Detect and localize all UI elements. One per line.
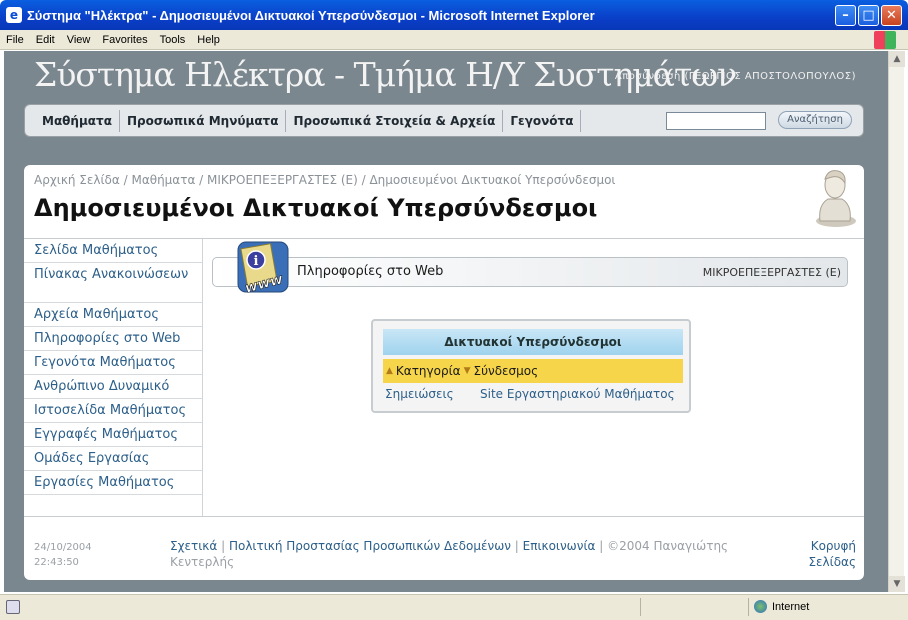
sidebar-item-enrollments[interactable]: Εγγραφές Μαθήματος [24,423,202,447]
footer-datetime: 24/10/2004 22:43:50 [34,540,92,570]
nav-events[interactable]: Γεγονότα [503,109,582,132]
nav-messages[interactable]: Προσωπικά Μηνύματα [120,109,287,132]
sidebar-item-course-page[interactable]: Σελίδα Μαθήματος [24,239,202,263]
menu-favorites[interactable]: Favorites [96,34,153,46]
windows-logo-icon [874,31,896,49]
menu-edit[interactable]: Edit [30,34,61,46]
nav-courses[interactable]: Μαθήματα [35,109,120,132]
main-nav: Μαθήματα Προσωπικά Μηνύματα Προσωπικά Στ… [24,104,864,137]
section-header-bar: Πληροφορίες στο Web ΜΙΚΡΟΕΠΕΞΕΡΓΑΣΤΕΣ (Ε… [212,257,848,287]
menu-bar: File Edit View Favorites Tools Help [0,30,908,50]
minimize-button[interactable]: – [835,5,856,26]
www-info-icon: i www [237,241,289,297]
section-label: Πληροφορίες στο Web [297,264,444,279]
sidebar-item-course-files[interactable]: Αρχεία Μαθήματος [24,303,202,327]
divider [24,516,864,517]
vertical-scrollbar[interactable]: ▲ ▼ [888,51,905,592]
course-sidebar: Σελίδα Μαθήματος Πίνακας Ανακοινώσεων Αρ… [24,239,203,516]
row-category[interactable]: Σημειώσεις [383,387,480,401]
content-panel: Αρχική Σελίδα / Μαθήματα / ΜΙΚΡΟΕΠΕΞΕΡΓΑ… [24,165,864,580]
menu-help[interactable]: Help [191,34,226,46]
sidebar-item-course-website[interactable]: Ιστοσελίδα Μαθήματος [24,399,202,423]
scroll-down-icon[interactable]: ▼ [889,576,905,592]
window-title: Σύστημα "Ηλέκτρα" - Δημοσιευμένοι Δικτυα… [27,7,595,23]
ie-icon: e [6,7,22,23]
links-table: Δικτυακοί Υπερσύνδεσμοι ▲ Κατηγορία ▼ Σύ… [371,319,691,413]
sidebar-item-staff[interactable]: Ανθρώπινο Δυναμικό [24,375,202,399]
zone-label: Internet [772,600,810,613]
menu-view[interactable]: View [61,34,97,46]
column-link[interactable]: Σύνδεσμος [473,364,538,378]
table-row: Σημειώσεις Site Εργαστηριακού Μαθήματος [383,387,683,401]
svg-text:i: i [254,254,259,269]
nav-personal-files[interactable]: Προσωπικά Στοιχεία & Αρχεία [286,109,504,132]
sidebar-item-course-events[interactable]: Γεγονότα Μαθήματος [24,351,202,375]
sidebar-item-announcements[interactable]: Πίνακας Ανακοινώσεων [24,263,202,303]
status-bar: Internet [0,594,908,620]
menu-file[interactable]: File [0,34,30,46]
footer-time: 22:43:50 [34,557,79,568]
column-category[interactable]: Κατηγορία [396,364,461,378]
footer-link-privacy[interactable]: Πολιτική Προστασίας Προσωπικών Δεδομένων [229,539,511,553]
maximize-button[interactable]: □ [858,5,879,26]
security-zone: Internet [754,600,809,613]
row-link[interactable]: Site Εργαστηριακού Μαθήματος [480,387,675,401]
close-button[interactable]: ✕ [881,5,902,26]
browser-viewport: Σύστημα Ηλέκτρα - Τμήμα Η/Υ Συστημάτων Α… [4,51,888,592]
globe-icon [754,600,767,613]
back-to-top-link[interactable]: Κορυφή Σελίδας [796,538,856,570]
footer-link-about[interactable]: Σχετικά [170,539,217,553]
breadcrumb[interactable]: Αρχική Σελίδα / Μαθήματα / ΜΙΚΡΟΕΠΕΞΕΡΓΑ… [34,173,615,187]
footer-links: Σχετικά | Πολιτική Προστασίας Προσωπικών… [170,539,729,569]
window-titlebar: e Σύστημα "Ηλέκτρα" - Δημοσιευμένοι Δικτ… [0,0,908,30]
page-icon [6,600,20,614]
footer-date: 24/10/2004 [34,542,92,553]
links-table-header: Δικτυακοί Υπερσύνδεσμοι [383,329,683,355]
statue-icon [816,170,856,227]
search-input[interactable] [666,112,766,130]
links-table-columns: ▲ Κατηγορία ▼ Σύνδεσμος [383,359,683,383]
sidebar-item-web-info[interactable]: Πληροφορίες στο Web [24,327,202,351]
sort-asc-icon[interactable]: ▲ [386,366,393,376]
footer-link-contact[interactable]: Επικοινωνία [523,539,596,553]
sort-desc-icon[interactable]: ▼ [464,366,471,376]
course-name: ΜΙΚΡΟΕΠΕΞΕΡΓΑΣΤΕΣ (Ε) [702,266,841,279]
menu-tools[interactable]: Tools [154,34,192,46]
scroll-up-icon[interactable]: ▲ [889,51,905,67]
search-button[interactable]: Αναζήτηση [778,111,852,129]
page-title: Δημοσιευμένοι Δικτυακοί Υπερσύνδεσμοι [34,194,598,222]
logout-link[interactable]: Αποσύνδεση (ΓΕΩΡΓΙΟΣ ΑΠΟΣΤΟΛΟΠΟΥΛΟΣ) [615,71,856,82]
sidebar-item-assignments[interactable]: Εργασίες Μαθήματος [24,471,202,495]
sidebar-item-work-groups[interactable]: Ομάδες Εργασίας [24,447,202,471]
